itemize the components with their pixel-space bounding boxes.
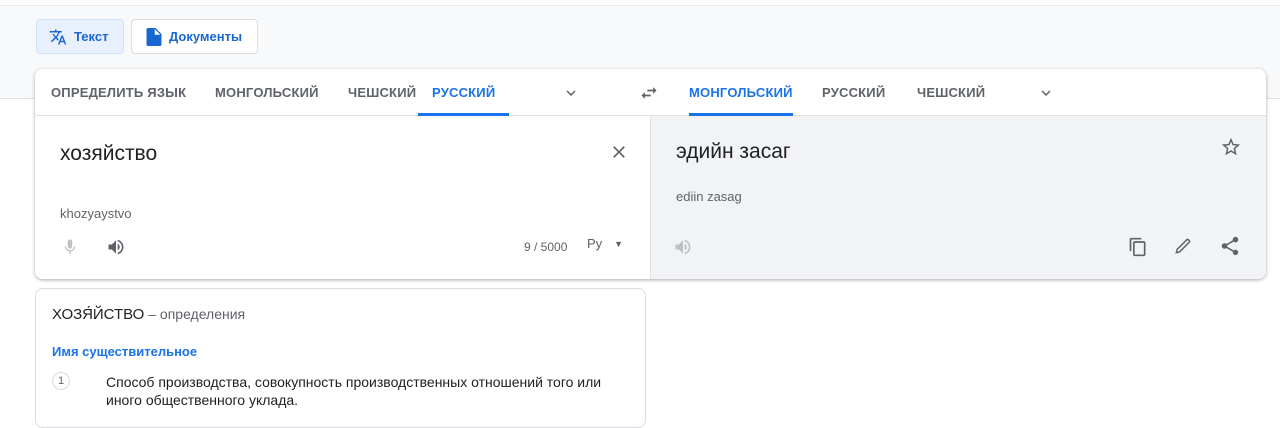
tab-target-czech[interactable]: ЧЕШСКИЙ — [917, 69, 985, 116]
documents-mode-label: Документы — [169, 29, 243, 44]
definitions-suffix: – определения — [144, 306, 246, 322]
star-icon[interactable] — [1220, 136, 1242, 158]
definitions-word: ХОЗЯ́ЙСТВО — [52, 306, 145, 323]
tab-target-mongolian[interactable]: МОНГОЛЬСКИЙ — [689, 69, 793, 116]
tab-target-russian[interactable]: РУССКИЙ — [822, 69, 885, 116]
dropdown-arrow-icon: ▼ — [614, 238, 624, 249]
document-icon — [146, 27, 162, 46]
definitions-title: ХОЗЯ́ЙСТВО – определения — [52, 306, 245, 323]
character-count: 9 / 5000 — [524, 240, 568, 254]
tab-detect-language[interactable]: ОПРЕДЕЛИТЬ ЯЗЫК — [51, 69, 186, 116]
translation-card: ОПРЕДЕЛИТЬ ЯЗЫК МОНГОЛЬСКИЙ ЧЕШСКИЙ РУСС… — [35, 69, 1266, 279]
text-mode-label: Текст — [74, 29, 109, 44]
definitions-card: ХОЗЯ́ЙСТВО – определения Имя существител… — [35, 288, 646, 428]
edit-icon[interactable] — [1173, 236, 1193, 256]
speaker-icon[interactable] — [672, 237, 694, 257]
target-transliteration: ediin zasag — [676, 189, 742, 204]
share-icon[interactable] — [1219, 235, 1241, 257]
translate-icon — [49, 29, 67, 44]
target-panel: эдийн засаг ediin zasag — [650, 116, 1266, 279]
language-bar: ОПРЕДЕЛИТЬ ЯЗЫК МОНГОЛЬСКИЙ ЧЕШСКИЙ РУСС… — [35, 69, 1266, 116]
translation-output: эдийн засаг — [676, 140, 791, 163]
swap-icon[interactable] — [638, 83, 660, 103]
speaker-icon[interactable] — [105, 237, 127, 257]
definition-text: Способ производства, совокупность произв… — [106, 374, 602, 408]
copy-icon[interactable] — [1128, 236, 1148, 258]
keyboard-label: Ру — [587, 236, 603, 251]
input-tools-button[interactable]: Ру ▼ — [587, 236, 623, 251]
source-panel: хозяйство khozyaystvo 9 / 5000 Ру ▼ — [35, 116, 650, 279]
chevron-down-icon[interactable] — [1037, 84, 1055, 102]
tab-source-russian[interactable]: РУССКИЙ — [418, 69, 510, 116]
documents-mode-button[interactable]: Документы — [131, 19, 258, 54]
text-mode-button[interactable]: Текст — [36, 19, 124, 54]
tab-source-mongolian[interactable]: МОНГОЛЬСКИЙ — [215, 69, 319, 116]
part-of-speech: Имя существительное — [52, 344, 198, 359]
source-text-input[interactable]: хозяйство — [60, 142, 157, 166]
close-icon[interactable] — [609, 142, 629, 162]
definition-number: 1 — [52, 372, 70, 390]
tab-source-czech[interactable]: ЧЕШСКИЙ — [348, 69, 416, 116]
source-transliteration: khozyaystvo — [60, 206, 132, 221]
chevron-down-icon[interactable] — [562, 84, 580, 102]
mic-icon[interactable] — [61, 236, 79, 258]
